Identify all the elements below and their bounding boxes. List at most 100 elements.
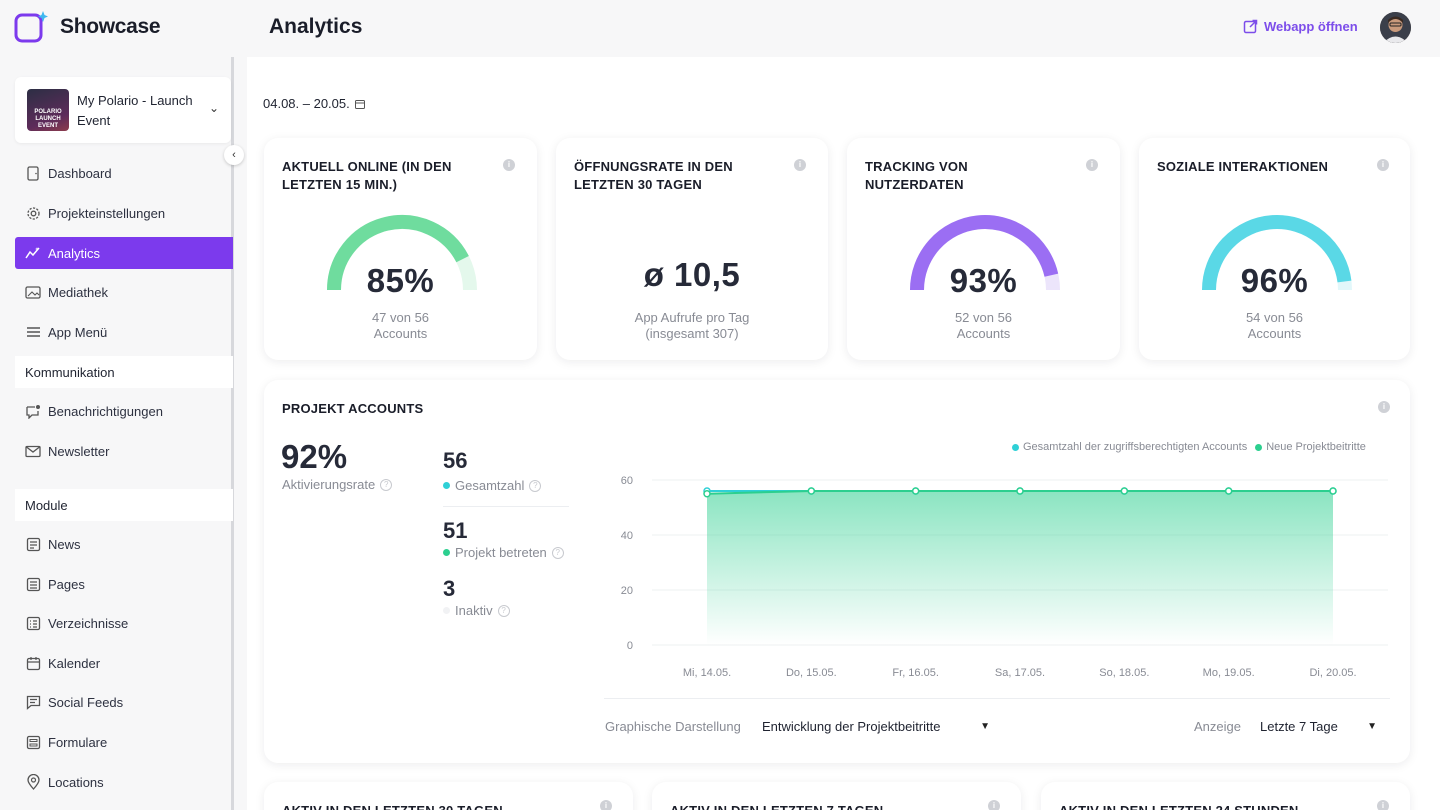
open-webapp-link[interactable]: Webapp öffnen: [1243, 19, 1358, 34]
gauge-value: 85%: [366, 262, 435, 299]
caret-down-icon: ▼: [1367, 721, 1377, 732]
sidebar-item-benachrichtigungen[interactable]: Benachrichtigungen: [15, 395, 233, 427]
x-tick-label: Mi, 14.05.: [683, 667, 731, 679]
project-name: My Polario - Launch Event: [77, 93, 193, 128]
sidebar-item-label: Dashboard: [48, 165, 112, 181]
inactive-accounts-value: 3: [443, 576, 456, 601]
caret-down-icon: ▼: [980, 721, 990, 732]
gear-icon: [25, 205, 41, 221]
sidebar-item-label: Mediathek: [48, 284, 108, 300]
user-avatar[interactable]: [1380, 12, 1411, 43]
section-heading-label: Module: [25, 497, 68, 513]
sidebar-item-label: App Menü: [48, 324, 108, 340]
info-icon[interactable]: i: [988, 800, 1000, 810]
data-point[interactable]: [703, 490, 711, 498]
divider: [443, 506, 569, 507]
notification-icon: [25, 403, 41, 419]
sidebar-item-app-menu[interactable]: App Menü: [15, 316, 233, 348]
sidebar-item-kalender[interactable]: Kalender: [15, 647, 233, 679]
sidebar-item-label: Newsletter: [48, 443, 110, 459]
data-point[interactable]: [807, 487, 816, 495]
y-tick-label: 60: [621, 475, 633, 487]
gauge-subtext: 47 von 56 Accounts: [371, 310, 430, 341]
sidebar-item-label: Formulare: [48, 734, 108, 750]
joined-accounts-label: Projekt betreten?: [443, 545, 564, 560]
card-title: PROJEKT ACCOUNTS: [282, 401, 424, 416]
area-fill: [707, 491, 1333, 645]
sparkline-icon: [25, 245, 41, 261]
card-title: AKTIV IN DEN LETZTEN 24 STUNDEN: [1059, 802, 1299, 810]
info-icon[interactable]: i: [503, 159, 515, 171]
directory-icon: [25, 615, 41, 631]
sidebar-item-label: Verzeichnisse: [48, 615, 129, 631]
activation-rate-label: Aktivierungsrate?: [282, 477, 393, 492]
sidebar-item-label: Benachrichtigungen: [48, 403, 163, 419]
info-icon[interactable]: i: [794, 159, 806, 171]
media-icon: [25, 284, 41, 300]
sidebar-item-dashboard[interactable]: Dashboard: [15, 157, 233, 189]
sidebar-item-formulare[interactable]: Formulare: [15, 726, 233, 758]
sidebar-item-projekteinstellungen[interactable]: Projekteinstellungen: [15, 197, 233, 229]
kpi-card-open-rate: ÖFFNUNGSRATE IN DEN LETZTEN 30 TAGEN i ø…: [556, 138, 828, 360]
card-title: AKTIV IN DEN LETZTEN 7 TAGEN: [670, 802, 883, 810]
open-rate-subtext: App Aufrufe pro Tag (insgesamt 307): [634, 310, 750, 341]
mail-icon: [25, 443, 41, 459]
legend-dot: [443, 607, 450, 614]
data-point[interactable]: [1329, 487, 1337, 495]
social-feed-icon: [25, 694, 41, 710]
section-heading-module[interactable]: Module: [15, 489, 233, 521]
data-point[interactable]: [1016, 487, 1024, 495]
total-accounts-value: 56: [443, 448, 468, 473]
inactive-accounts-label: Inaktiv?: [443, 603, 510, 618]
open-webapp-label: Webapp öffnen: [1264, 19, 1358, 34]
info-icon[interactable]: i: [1378, 401, 1390, 413]
page-icon: [25, 576, 41, 592]
range-value: Letzte 7 Tage: [1260, 719, 1338, 734]
info-icon[interactable]: i: [1377, 159, 1389, 171]
sidebar-item-analytics[interactable]: Analytics: [15, 237, 233, 269]
x-tick-label: Do, 15.05.: [786, 667, 837, 679]
activation-rate-value: 92%: [281, 438, 348, 475]
sidebar-item-verzeichnisse[interactable]: Verzeichnisse: [15, 607, 233, 639]
divider: [604, 698, 1390, 699]
sidebar-item-social-feeds[interactable]: Social Feeds: [15, 686, 233, 718]
help-icon[interactable]: ?: [380, 478, 393, 491]
sidebar-item-mediathek[interactable]: Mediathek: [15, 276, 233, 308]
legend-dot: [443, 482, 450, 489]
project-thumbnail: POLARIO LAUNCH EVENT: [27, 89, 69, 131]
brand-name: Showcase: [60, 15, 161, 38]
open-rate-value: ø 10,5: [643, 256, 741, 293]
help-icon[interactable]: ?: [551, 546, 564, 559]
sidebar-item-news[interactable]: News: [15, 528, 233, 560]
tablet-icon: [25, 165, 41, 181]
data-point[interactable]: [1120, 487, 1129, 495]
display-mode-select[interactable]: Entwicklung der Projektbeitritte ▼: [762, 719, 990, 734]
showcase-logo-icon: [14, 11, 48, 43]
gauge-subtext: 54 von 56 Accounts: [1245, 310, 1304, 341]
display-mode-value: Entwicklung der Projektbeitritte: [762, 719, 941, 734]
help-icon[interactable]: ?: [497, 604, 510, 617]
active-30-days-card: AKTIV IN DEN LETZTEN 30 TAGEN i: [264, 782, 633, 810]
legend-item: Neue Projektbeitritte: [1255, 441, 1366, 453]
info-icon[interactable]: i: [1377, 800, 1389, 810]
project-switcher[interactable]: POLARIO LAUNCH EVENT My Polario - Launch E…: [15, 77, 231, 143]
x-tick-label: Di, 20.05.: [1309, 667, 1356, 679]
range-select[interactable]: Letzte 7 Tage ▼: [1260, 719, 1377, 734]
sidebar-item-label: Social Feeds: [48, 694, 124, 710]
info-icon[interactable]: i: [1086, 159, 1098, 171]
info-icon[interactable]: i: [600, 800, 612, 810]
data-point[interactable]: [911, 487, 920, 495]
calendar-icon: [354, 99, 365, 109]
data-point[interactable]: [1224, 487, 1233, 495]
help-icon[interactable]: ?: [529, 479, 542, 492]
sidebar-item-newsletter[interactable]: Newsletter: [15, 435, 233, 467]
section-heading-kommunikation[interactable]: Kommunikation: [15, 356, 233, 388]
sidebar-item-pages[interactable]: Pages: [15, 568, 233, 600]
date-range-picker[interactable]: 04.08. – 20.05.: [263, 96, 365, 111]
top-bar: Showcase Analytics Webapp öffnen: [0, 0, 1440, 57]
sidebar-item-locations[interactable]: Locations: [15, 766, 233, 798]
chart-legend: Gesamtzahl der zugriffsberechtigten Acco…: [1012, 441, 1366, 453]
y-tick-label: 0: [627, 640, 633, 652]
joined-accounts-value: 51: [443, 518, 468, 543]
legend-item: Gesamtzahl der zugriffsberechtigten Acco…: [1012, 441, 1247, 453]
